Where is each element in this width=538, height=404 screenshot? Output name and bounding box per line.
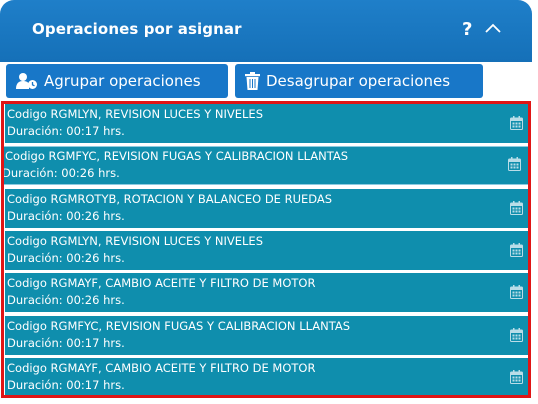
operations-panel: Operaciones por asignar ? Agrupar operac… xyxy=(0,0,538,404)
operation-item[interactable]: Codigo RGMFYC, REVISION FUGAS Y CALIBRAC… xyxy=(5,316,528,355)
group-operations-button[interactable]: Agrupar operaciones xyxy=(6,64,228,98)
operation-duration: Duración: 00:26 hrs. xyxy=(7,209,125,223)
operation-duration: Duración: 00:26 hrs. xyxy=(7,293,125,307)
calendar-icon[interactable] xyxy=(510,328,523,342)
trash-icon xyxy=(245,72,260,90)
user-clock-icon xyxy=(16,73,37,89)
operation-title: Codigo RGMLYN, REVISION LUCES Y NIVELES xyxy=(7,107,263,121)
calendar-icon[interactable] xyxy=(510,201,523,215)
operation-item[interactable]: Codigo RGMLYN, REVISION LUCES Y NIVELES … xyxy=(5,231,528,270)
panel-title: Operaciones por asignar xyxy=(32,20,242,38)
panel-header: Operaciones por asignar ? xyxy=(0,0,532,62)
operation-duration: Duración: 00:17 hrs. xyxy=(7,378,125,392)
operation-duration: Duración: 00:26 hrs. xyxy=(7,251,125,265)
ungroup-operations-button[interactable]: Desagrupar operaciones xyxy=(235,64,483,98)
toolbar: Agrupar operaciones Desagrupar operacion… xyxy=(0,62,532,102)
operation-title: Codigo RGMLYN, REVISION LUCES Y NIVELES xyxy=(7,234,263,248)
operations-list: Codigo RGMLYN, REVISION LUCES Y NIVELES … xyxy=(1,101,531,398)
operation-item[interactable]: Codigo RGMAYF, CAMBIO ACEITE Y FILTRO DE… xyxy=(5,358,528,395)
operation-title: Codigo RGMFYC, REVISION FUGAS Y CALIBRAC… xyxy=(5,149,349,163)
calendar-icon[interactable] xyxy=(510,116,523,130)
operation-duration: Duración: 00:26 hrs. xyxy=(2,166,120,180)
operation-item[interactable]: Codigo RGMAYF, CAMBIO ACEITE Y FILTRO DE… xyxy=(5,273,528,312)
calendar-icon[interactable] xyxy=(510,243,523,257)
ungroup-operations-label: Desagrupar operaciones xyxy=(266,72,451,90)
group-operations-label: Agrupar operaciones xyxy=(44,72,201,90)
operation-title: Codigo RGMAYF, CAMBIO ACEITE Y FILTRO DE… xyxy=(7,276,316,290)
operation-title: Codigo RGMROTYB, ROTACION Y BALANCEO DE … xyxy=(7,192,333,206)
operation-duration: Duración: 00:17 hrs. xyxy=(7,124,125,138)
calendar-icon[interactable] xyxy=(510,370,523,384)
operation-item[interactable]: Codigo RGMLYN, REVISION LUCES Y NIVELES … xyxy=(5,104,528,143)
operation-item[interactable]: Codigo RGMROTYB, ROTACION Y BALANCEO DE … xyxy=(5,189,528,228)
calendar-icon[interactable] xyxy=(510,285,523,299)
operation-title: Codigo RGMFYC, REVISION FUGAS Y CALIBRAC… xyxy=(7,319,351,333)
operation-duration: Duración: 00:17 hrs. xyxy=(7,336,125,350)
help-icon[interactable]: ? xyxy=(462,19,472,40)
chevron-up-icon[interactable] xyxy=(484,22,502,34)
calendar-icon[interactable] xyxy=(508,157,521,171)
operation-item[interactable]: Codigo RGMFYC, REVISION FUGAS Y CALIBRAC… xyxy=(2,146,528,185)
operation-title: Codigo RGMAYF, CAMBIO ACEITE Y FILTRO DE… xyxy=(7,361,316,375)
